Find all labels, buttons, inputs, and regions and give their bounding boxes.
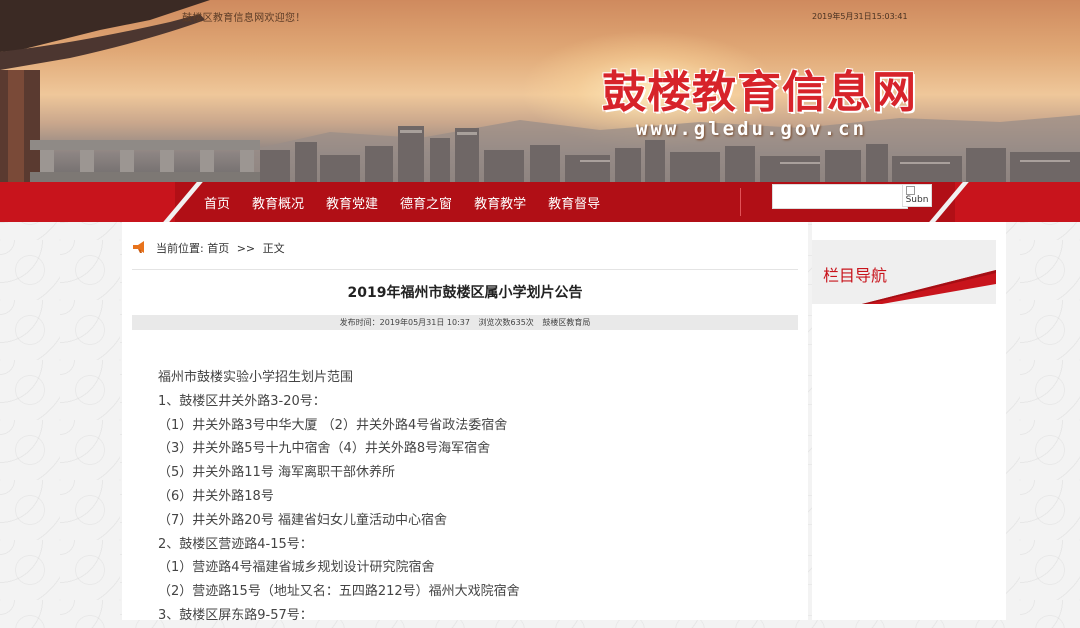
article-line: 1、鼓楼区井关外路3-20号： bbox=[158, 393, 326, 409]
header-banner: 鼓楼区教育信息网欢迎您！ 2019年5月31日15:03:41 鼓楼教育信息网 … bbox=[0, 0, 1080, 182]
article-line: 3、鼓楼区屏东路9-57号： bbox=[158, 607, 313, 623]
article-line: （7）井关外路20号 福建省妇女儿童活动中心宿舍 bbox=[158, 512, 447, 528]
nav-item-moral[interactable]: 德育之窗 bbox=[400, 193, 452, 212]
sidebar-header: 栏目导航 bbox=[812, 240, 996, 304]
article-meta-bar: 发布时间：2019年05月31日 10:37 浏览次数635次 鼓楼区教育局 bbox=[132, 315, 798, 330]
publish-time: 发布时间：2019年05月31日 10:37 bbox=[339, 318, 470, 327]
article-line: （1）井关外路3号中华大厦 （2）井关外路4号省政法委宿舍 bbox=[158, 417, 508, 433]
nav-menu: 首页 教育概况 教育党建 德育之窗 教育教学 教育督导 bbox=[196, 182, 622, 222]
broken-image-icon bbox=[906, 186, 915, 195]
sidebar: 栏目导航 bbox=[812, 222, 1006, 620]
speaker-icon bbox=[133, 241, 144, 253]
article-panel: 当前位置: 首页 >> 正文 2019年福州市鼓楼区属小学划片公告 发布时间：2… bbox=[122, 222, 808, 623]
nav-item-teaching[interactable]: 教育教学 bbox=[474, 193, 526, 212]
article-source: 鼓楼区教育局 bbox=[542, 318, 591, 327]
view-count: 浏览次数635次 bbox=[478, 318, 534, 327]
search-submit-button[interactable]: Subn bbox=[902, 184, 932, 207]
breadcrumb-prefix: 当前位置: bbox=[156, 242, 204, 255]
nav-item-overview[interactable]: 教育概况 bbox=[252, 193, 304, 212]
article-line: （3）井关外路5号十九中宿舍（4）井关外路8号海军宿舍 bbox=[158, 441, 491, 457]
banner-cityscape bbox=[0, 0, 1080, 182]
search-input[interactable] bbox=[772, 184, 908, 209]
nav-divider bbox=[740, 188, 741, 216]
divider bbox=[132, 269, 798, 270]
breadcrumb-current: 正文 bbox=[262, 242, 285, 255]
article-line: （1）营迹路4号福建省城乡规划设计研究院宿舍 bbox=[158, 560, 435, 576]
search-submit-alt: Subn bbox=[905, 195, 929, 205]
sidebar-title: 栏目导航 bbox=[823, 266, 888, 285]
breadcrumb: 当前位置: 首页 >> 正文 bbox=[156, 240, 285, 256]
article-line: （6）井关外路18号 bbox=[158, 488, 274, 504]
article-line: （2）营迹路15号（地址又名：五四路212号）福州大戏院宿舍 bbox=[158, 584, 520, 600]
main-nav-bar: 首页 教育概况 教育党建 德育之窗 教育教学 教育督导 Subn bbox=[0, 182, 1080, 222]
nav-item-supervision[interactable]: 教育督导 bbox=[548, 193, 600, 212]
breadcrumb-separator: >> bbox=[236, 242, 256, 255]
article-title: 2019年福州市鼓楼区属小学划片公告 bbox=[347, 285, 583, 301]
nav-item-home[interactable]: 首页 bbox=[204, 193, 230, 212]
article-line: 2、鼓楼区营迹路4-15号： bbox=[158, 536, 313, 552]
nav-item-party[interactable]: 教育党建 bbox=[326, 193, 378, 212]
site-url: www.gledu.gov.cn bbox=[636, 118, 868, 140]
article-line: 福州市鼓楼实验小学招生划片范围 bbox=[158, 370, 354, 385]
site-title: 鼓楼教育信息网 bbox=[602, 67, 917, 118]
current-datetime: 2019年5月31日15:03:41 bbox=[812, 12, 908, 21]
welcome-text: 鼓楼区教育信息网欢迎您！ bbox=[182, 13, 306, 24]
article-body: 福州市鼓楼实验小学招生划片范围 1、鼓楼区井关外路3-20号： （1）井关外路3… bbox=[158, 366, 520, 628]
breadcrumb-home-link[interactable]: 首页 bbox=[207, 242, 229, 255]
article-line: （5）井关外路11号 海军离职干部休养所 bbox=[158, 465, 395, 481]
